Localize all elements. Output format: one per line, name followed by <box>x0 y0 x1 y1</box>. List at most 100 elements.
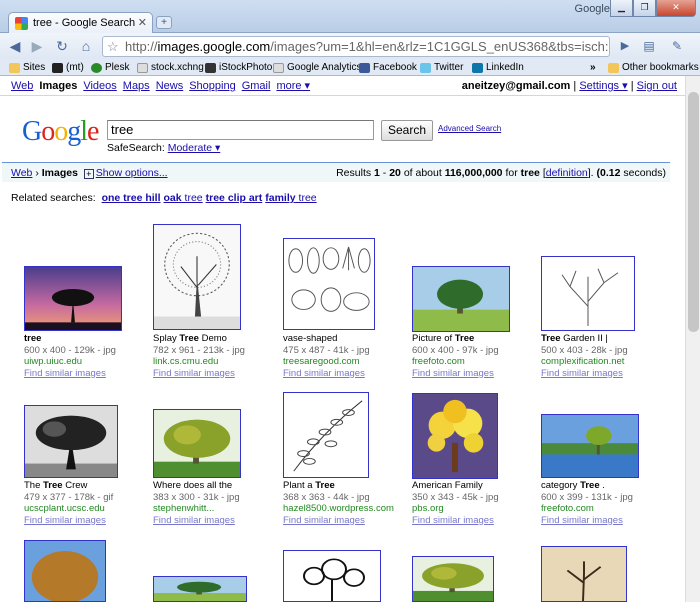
show-options-link[interactable]: Show options... <box>96 167 168 179</box>
image-title[interactable]: Splay Tree Demo <box>153 333 245 345</box>
image-meta: 368 x 363 - 44k - jpg <box>283 491 370 503</box>
image-source-url[interactable]: freefoto.com <box>412 356 499 368</box>
search-button[interactable]: Search <box>381 120 433 141</box>
image-source-url[interactable]: freefoto.com <box>541 503 633 515</box>
image-source-url[interactable]: complexification.net <box>541 356 628 368</box>
find-similar-link[interactable]: Find similar images <box>153 368 245 380</box>
advanced-search-link[interactable]: Advanced Search <box>438 124 501 133</box>
image-thumbnail[interactable] <box>541 256 635 331</box>
image-thumbnail[interactable] <box>283 238 375 330</box>
safesearch: SafeSearch: Moderate ▾ <box>107 142 221 154</box>
image-thumbnail[interactable] <box>412 393 498 479</box>
other-bookmarks[interactable]: Other bookmarks <box>608 59 699 76</box>
home-icon[interactable]: ⌂ <box>77 37 95 55</box>
image-thumbnail[interactable] <box>153 224 241 330</box>
gbar-maps[interactable]: Maps <box>123 80 150 92</box>
close-window-icon[interactable]: ✕ <box>656 0 696 17</box>
play-icon[interactable]: ▶ <box>616 37 634 55</box>
gbar-gmail[interactable]: Gmail <box>242 80 271 92</box>
gbar-more[interactable]: more ▾ <box>276 80 310 92</box>
google-logo[interactable]: Google <box>22 116 99 148</box>
image-title[interactable]: The Tree Crew <box>24 480 113 492</box>
image-thumbnail[interactable] <box>283 392 369 478</box>
image-title[interactable]: category Tree . <box>541 480 633 492</box>
image-thumbnail[interactable] <box>153 576 247 602</box>
image-source-url[interactable]: hazel8500.wordpress.com <box>283 503 394 515</box>
find-similar-link[interactable]: Find similar images <box>412 515 499 527</box>
sign-out-link[interactable]: Sign out <box>637 80 677 92</box>
find-similar-link[interactable]: Find similar images <box>24 515 113 527</box>
close-tab-icon[interactable]: ✕ <box>138 13 147 33</box>
gbar-news[interactable]: News <box>156 80 184 92</box>
bookmark-google-analytics[interactable]: Google Analytics <box>273 59 362 76</box>
browser-tab[interactable]: tree - Google Search ✕ <box>8 12 153 34</box>
image-thumbnail[interactable] <box>541 546 627 602</box>
find-similar-link[interactable]: Find similar images <box>24 368 116 380</box>
maximize-icon[interactable]: ❐ <box>633 0 656 17</box>
definition-link[interactable]: definition <box>546 167 588 179</box>
image-title[interactable]: tree <box>24 333 116 345</box>
image-title[interactable]: Plant a Tree <box>283 480 394 492</box>
wrench-icon[interactable]: ✎ <box>668 37 686 55</box>
image-title[interactable]: Where does all the <box>153 480 240 492</box>
bookmark-istockphoto[interactable]: iStockPhoto <box>205 59 272 76</box>
image-source-url[interactable]: ucscplant.ucsc.edu <box>24 503 113 515</box>
image-source-url[interactable]: link.cs.cmu.edu <box>153 356 245 368</box>
forward-arrow-icon[interactable]: ▶ <box>28 37 46 55</box>
image-thumbnail[interactable] <box>412 556 494 602</box>
bookmark-facebook[interactable]: Facebook <box>359 59 417 76</box>
image-thumbnail[interactable] <box>24 540 106 602</box>
image-title[interactable]: vase-shaped <box>283 333 370 345</box>
image-title[interactable]: American Family <box>412 480 499 492</box>
gbar-videos[interactable]: Videos <box>83 80 116 92</box>
minimize-icon[interactable]: ▁ <box>610 0 633 17</box>
find-similar-link[interactable]: Find similar images <box>541 515 633 527</box>
bookmark-plesk[interactable]: Plesk <box>91 59 129 76</box>
image-source-url[interactable]: uiwp.uiuc.edu <box>24 356 116 368</box>
gbar-shopping[interactable]: Shopping <box>189 80 236 92</box>
bookmark-star-icon[interactable]: ☆ <box>107 37 119 56</box>
image-source-url[interactable]: treesaregood.com <box>283 356 370 368</box>
bookmark-twitter[interactable]: Twitter <box>420 59 463 76</box>
address-bar[interactable]: ☆ http://images.google.com/images?um=1&hl… <box>102 36 610 57</box>
istock-icon <box>205 62 216 73</box>
bookmark-mt[interactable]: (mt) <box>52 59 84 76</box>
related-search-link[interactable]: tree clip art <box>206 192 263 204</box>
image-thumbnail[interactable] <box>541 414 639 478</box>
image-thumbnail[interactable] <box>153 409 241 478</box>
page-menu-icon[interactable]: ▤ <box>640 37 658 55</box>
safesearch-dropdown[interactable]: Moderate ▾ <box>168 142 221 154</box>
bookmark-stockxchng[interactable]: stock.xchng <box>137 59 204 76</box>
results-web-link[interactable]: Web <box>11 167 32 179</box>
gbar-web[interactable]: Web <box>11 80 33 92</box>
new-tab-button[interactable]: + <box>156 16 172 29</box>
find-similar-link[interactable]: Find similar images <box>283 368 370 380</box>
related-search-link[interactable]: family tree <box>265 192 316 204</box>
scrollbar-thumb[interactable] <box>688 92 699 332</box>
reload-icon[interactable]: ↻ <box>53 37 71 55</box>
bookmarks-overflow-chevron[interactable]: » <box>590 59 596 76</box>
image-thumbnail[interactable] <box>24 405 118 478</box>
image-title[interactable]: Picture of Tree <box>412 333 499 345</box>
related-search-link[interactable]: oak tree <box>164 192 203 204</box>
image-source-url[interactable]: stephenwhitt... <box>153 503 240 515</box>
settings-link[interactable]: Settings ▾ <box>579 80 627 92</box>
vertical-scrollbar[interactable] <box>685 76 700 602</box>
search-input[interactable]: tree <box>107 120 374 140</box>
bookmark-linkedin[interactable]: LinkedIn <box>472 59 524 76</box>
find-similar-link[interactable]: Find similar images <box>283 515 394 527</box>
tab-title: tree - Google Search <box>33 17 136 29</box>
find-similar-link[interactable]: Find similar images <box>541 368 628 380</box>
image-thumbnail[interactable] <box>24 266 122 331</box>
bookmarks-bar: Sites (mt) Plesk stock.xchng iStockPhoto… <box>0 59 700 76</box>
back-arrow-icon[interactable]: ◀ <box>6 37 24 55</box>
image-source-url[interactable]: pbs.org <box>412 503 499 515</box>
bookmark-sites[interactable]: Sites <box>9 59 45 76</box>
find-similar-link[interactable]: Find similar images <box>412 368 499 380</box>
image-thumbnail[interactable] <box>283 550 381 602</box>
find-similar-link[interactable]: Find similar images <box>153 515 240 527</box>
image-title[interactable]: Tree Garden II | <box>541 333 628 345</box>
related-search-link[interactable]: one tree hill <box>102 192 161 204</box>
image-thumbnail[interactable] <box>412 266 510 332</box>
plus-box-icon[interactable]: + <box>83 169 94 179</box>
